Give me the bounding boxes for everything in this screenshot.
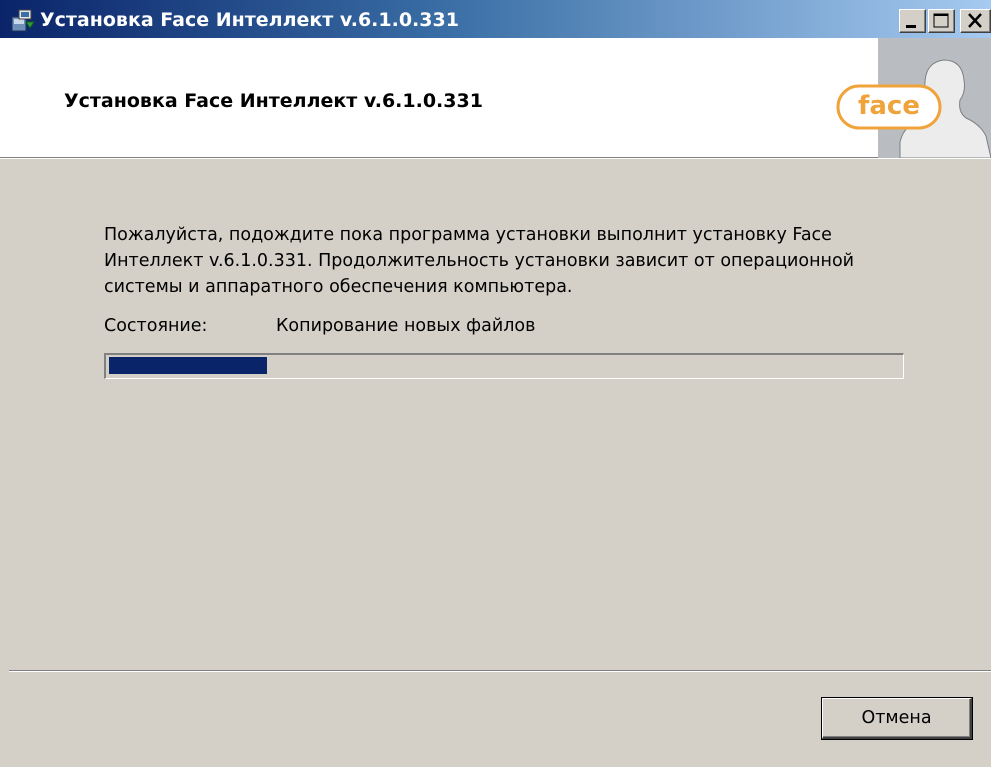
progress-fill: [109, 357, 267, 374]
minimize-button[interactable]: [899, 9, 926, 33]
header-banner: Установка Face Интеллект v.6.1.0.331 fac…: [0, 38, 991, 159]
header-title: Установка Face Интеллект v.6.1.0.331: [64, 90, 483, 112]
main-content: Пожалуйста, подождите пока программа уст…: [0, 160, 991, 670]
status-label: Состояние:: [104, 316, 208, 336]
window-title: Установка Face Интеллект v.6.1.0.331: [40, 9, 459, 31]
install-description: Пожалуйста, подождите пока программа уст…: [104, 225, 855, 297]
title-bar[interactable]: Установка Face Интеллект v.6.1.0.331: [0, 0, 991, 38]
maximize-icon: [933, 13, 949, 28]
installer-icon: [10, 7, 36, 33]
status-value: Копирование новых файлов: [276, 316, 536, 336]
close-icon: [968, 13, 982, 28]
close-button[interactable]: [960, 9, 991, 33]
face-logo-text: face: [858, 91, 920, 121]
footer-divider: [9, 670, 991, 672]
install-progress-bar: [104, 353, 904, 379]
cancel-button[interactable]: Отмена: [822, 698, 972, 739]
installer-window: Установка Face Интеллект v.6.1.0.331 Уст…: [0, 0, 991, 767]
minimize-icon: [906, 25, 916, 28]
maximize-button[interactable]: [928, 9, 955, 33]
